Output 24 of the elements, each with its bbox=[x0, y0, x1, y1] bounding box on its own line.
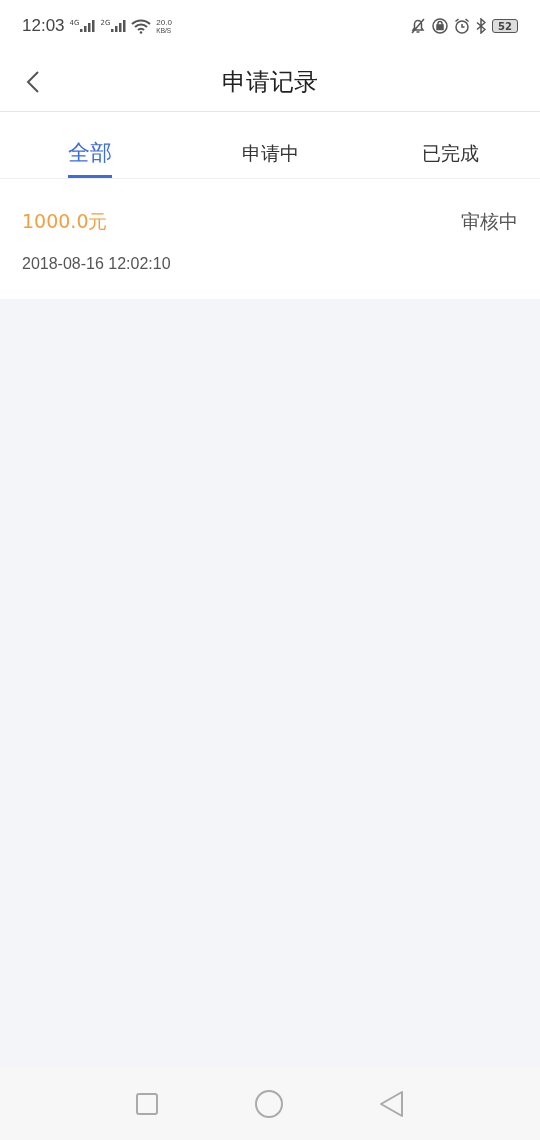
record-amount: 1000.0元 bbox=[22, 209, 108, 234]
back-icon bbox=[26, 70, 40, 94]
speed-value: 20.0 bbox=[156, 18, 172, 27]
record-status: 审核中 bbox=[461, 209, 518, 234]
battery-indicator: 52 bbox=[492, 19, 518, 33]
wifi-icon bbox=[131, 18, 152, 34]
status-time: 12:03 bbox=[22, 16, 65, 36]
signal-icon bbox=[111, 20, 127, 32]
tab[interactable]: 申请中 bbox=[241, 112, 299, 178]
triangle-icon bbox=[379, 1091, 404, 1117]
tab[interactable]: 已完成 bbox=[421, 112, 479, 178]
circle-icon bbox=[255, 1090, 283, 1118]
home-button[interactable] bbox=[255, 1090, 283, 1118]
lock-rotation-icon bbox=[432, 18, 448, 34]
bluetooth-icon bbox=[476, 18, 486, 34]
record-card[interactable]: 1000.0元 审核中 2018-08-16 12:02:10 bbox=[0, 179, 540, 299]
square-icon bbox=[136, 1093, 159, 1115]
muted-bell-icon bbox=[410, 18, 426, 34]
back-nav-button[interactable] bbox=[379, 1091, 404, 1117]
alarm-icon bbox=[454, 18, 470, 34]
page-title: 申请记录 bbox=[222, 66, 318, 98]
signal-icon bbox=[80, 20, 96, 32]
record-time: 2018-08-16 12:02:10 bbox=[22, 255, 172, 273]
recents-button[interactable] bbox=[136, 1093, 159, 1115]
